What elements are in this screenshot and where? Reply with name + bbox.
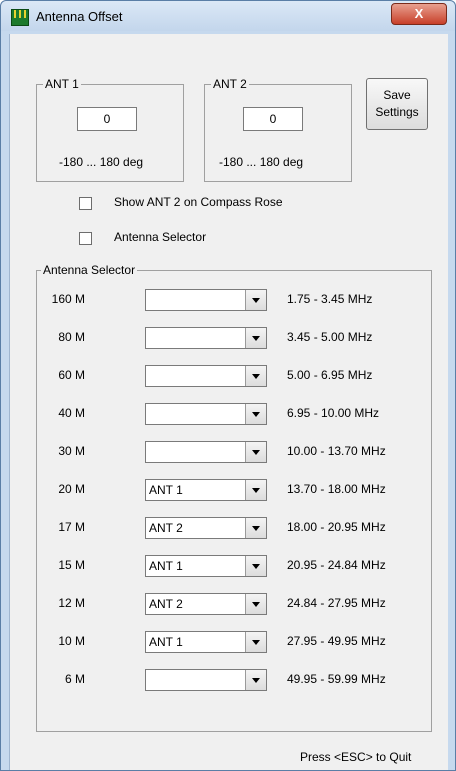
save-settings-button[interactable]: Save Settings (366, 78, 428, 130)
dropdown-arrow-icon[interactable] (245, 404, 266, 424)
band-label: 15 M (58, 558, 85, 572)
antenna-offset-window: Antenna Offset X ANT 1 0 -180 ... 180 de… (0, 0, 456, 771)
ant1-group-label: ANT 1 (43, 77, 81, 91)
antenna-select[interactable]: ANT 2 (145, 593, 267, 615)
save-settings-line1: Save (383, 88, 411, 102)
frequency-range-label: 1.75 - 3.45 MHz (287, 292, 373, 306)
band-label: 17 M (58, 520, 85, 534)
frequency-range-label: 49.95 - 59.99 MHz (287, 672, 386, 686)
frequency-range-label: 24.84 - 27.95 MHz (287, 596, 386, 610)
antenna-select-value: ANT 2 (149, 521, 183, 535)
antenna-select-value: ANT 1 (149, 559, 183, 573)
dropdown-arrow-icon[interactable] (245, 442, 266, 462)
antenna-select[interactable]: ANT 1 (145, 555, 267, 577)
antenna-selector-checkbox[interactable] (79, 232, 92, 245)
frequency-range-label: 18.00 - 20.95 MHz (287, 520, 386, 534)
ant1-group: ANT 1 0 -180 ... 180 deg (36, 77, 184, 182)
frequency-range-label: 27.95 - 49.95 MHz (287, 634, 386, 648)
ant1-range-label: -180 ... 180 deg (59, 155, 144, 169)
band-label: 40 M (58, 406, 85, 420)
band-label: 6 M (64, 672, 85, 686)
antenna-select-value: ANT 1 (149, 635, 183, 649)
dropdown-arrow-icon[interactable] (245, 518, 266, 538)
antenna-app-icon (11, 9, 29, 26)
dropdown-arrow-icon[interactable] (245, 290, 266, 310)
show-ant2-label: Show ANT 2 on Compass Rose (114, 195, 283, 209)
frequency-range-label: 13.70 - 18.00 MHz (287, 482, 386, 496)
ant2-offset-input[interactable]: 0 (243, 107, 303, 131)
band-label: 10 M (58, 634, 85, 648)
band-label: 160 M (51, 292, 85, 306)
dropdown-arrow-icon[interactable] (245, 632, 266, 652)
band-label: 60 M (58, 368, 85, 382)
ant1-offset-input[interactable]: 0 (77, 107, 137, 131)
title-bar[interactable]: Antenna Offset X (1, 1, 455, 31)
band-label: 12 M (58, 596, 85, 610)
dropdown-arrow-icon[interactable] (245, 556, 266, 576)
window-title: Antenna Offset (36, 9, 123, 24)
frequency-range-label: 10.00 - 13.70 MHz (287, 444, 386, 458)
antenna-select[interactable] (145, 669, 267, 691)
antenna-select[interactable]: ANT 1 (145, 479, 267, 501)
band-label: 30 M (58, 444, 85, 458)
band-label: 80 M (58, 330, 85, 344)
dropdown-arrow-icon[interactable] (245, 480, 266, 500)
antenna-select-value: ANT 2 (149, 597, 183, 611)
antenna-select[interactable] (145, 327, 267, 349)
dropdown-arrow-icon[interactable] (245, 366, 266, 386)
antenna-selector-group: Antenna Selector 160 M 1.75 - 3.45 MHz 80 … (36, 263, 432, 732)
antenna-selector-title: Antenna Selector (41, 263, 138, 277)
dropdown-arrow-icon[interactable] (245, 594, 266, 614)
antenna-select[interactable] (145, 365, 267, 387)
frequency-range-label: 5.00 - 6.95 MHz (287, 368, 373, 382)
dropdown-arrow-icon[interactable] (245, 328, 266, 348)
dropdown-arrow-icon[interactable] (245, 670, 266, 690)
frequency-range-label: 3.45 - 5.00 MHz (287, 330, 373, 344)
antenna-select[interactable] (145, 441, 267, 463)
frequency-range-label: 6.95 - 10.00 MHz (287, 406, 380, 420)
ant2-group-label: ANT 2 (211, 77, 249, 91)
antenna-selector-checkbox-label: Antenna Selector (114, 230, 207, 244)
save-settings-line2: Settings (375, 105, 419, 119)
show-ant2-checkbox[interactable] (79, 197, 92, 210)
ant2-range-label: -180 ... 180 deg (219, 155, 304, 169)
close-button[interactable]: X (391, 3, 447, 25)
dialog-body: ANT 1 0 -180 ... 180 deg ANT 2 0 -180 ..… (9, 34, 448, 770)
antenna-select-value: ANT 1 (149, 483, 183, 497)
antenna-select[interactable] (145, 289, 267, 311)
ant2-group: ANT 2 0 -180 ... 180 deg (204, 77, 352, 182)
antenna-select[interactable]: ANT 1 (145, 631, 267, 653)
band-label: 20 M (58, 482, 85, 496)
antenna-select[interactable]: ANT 2 (145, 517, 267, 539)
esc-hint: Press <ESC> to Quit (300, 750, 412, 764)
antenna-select[interactable] (145, 403, 267, 425)
frequency-range-label: 20.95 - 24.84 MHz (287, 558, 386, 572)
